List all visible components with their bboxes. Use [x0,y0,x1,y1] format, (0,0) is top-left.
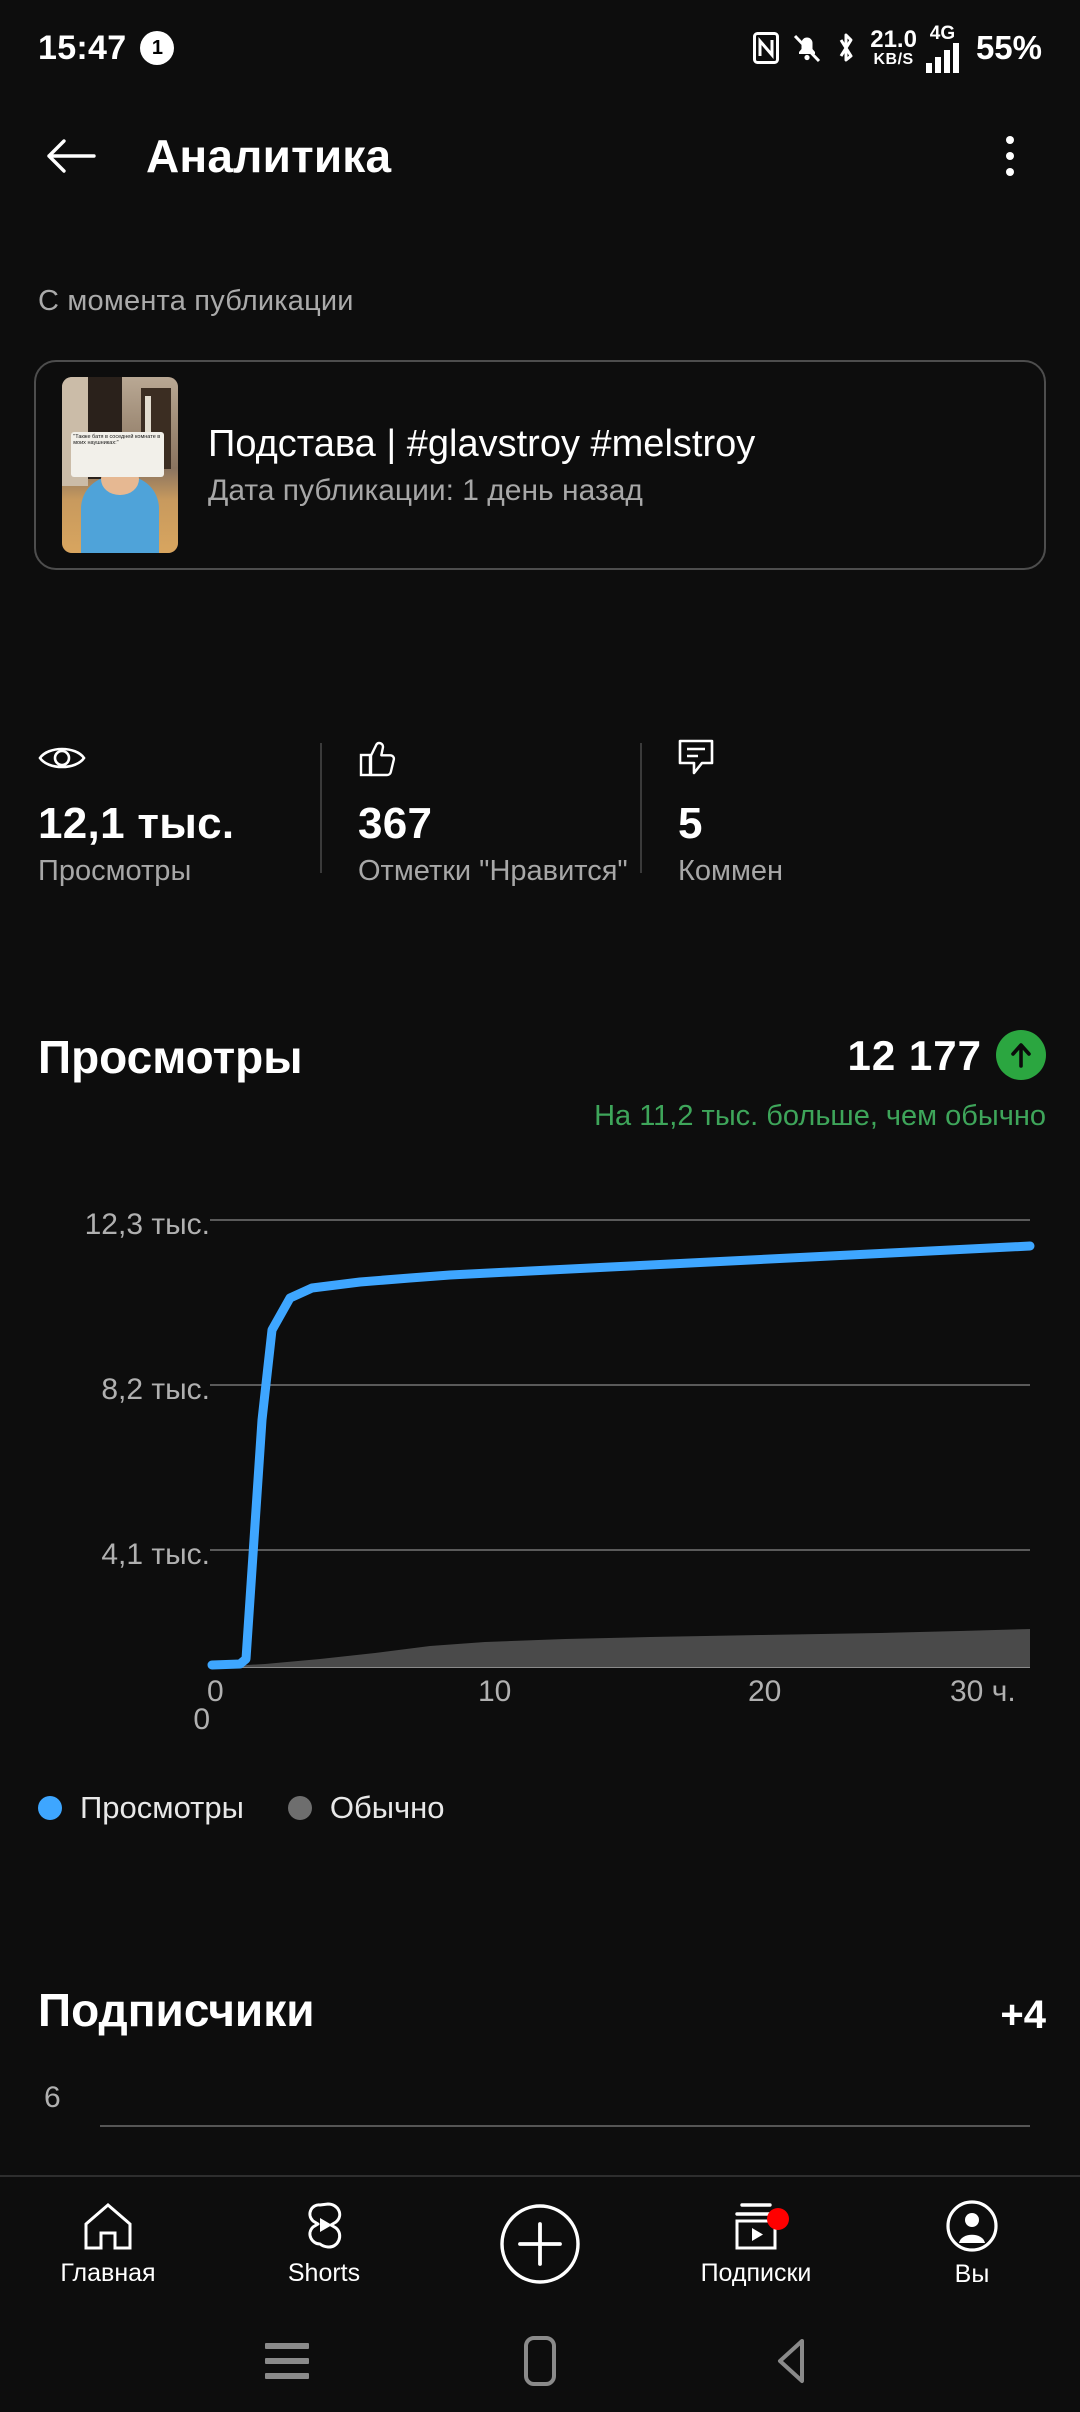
nav-label-shorts: Shorts [287,2258,361,2287]
chart-plot-area [207,1219,1035,1670]
recents-icon [264,2343,309,2379]
network-type-label: 4G [929,22,956,44]
status-bar: 15:47 1 21.0 KB/S 4G 55% [0,0,1080,96]
views-total-value: 12 177 [847,1032,982,1079]
eye-icon [38,735,320,781]
signal-bars-icon [925,42,959,73]
stat-likes[interactable]: 367 Отметки "Нравится" [320,735,640,895]
stat-views[interactable]: 12,1 тыс. Просмотры [0,735,320,895]
nav-item-subscriptions[interactable]: Подписки [648,2200,864,2288]
stat-comments-label: Коммен [678,855,784,887]
home-pill-icon [523,2336,556,2386]
views-chart[interactable]: 12,3 тыс. 8,2 тыс. 4,1 тыс. 0 0 10 20 30… [0,1180,1080,1860]
thumbs-up-icon [358,735,640,781]
network-type-indicator: 4G [925,22,959,73]
chart-series-typical [210,1629,1030,1667]
video-thumbnail: "Также батя в соседней комнате в моих на… [62,377,178,553]
account-avatar-icon [946,2199,998,2252]
video-publish-date: Дата публикации: 1 день назад [208,473,643,507]
comment-icon [678,735,1080,781]
android-navigation-bar [0,2310,1080,2412]
status-bar-right: 21.0 KB/S 4G 55% [753,24,1042,73]
views-trend-badge [996,1030,1046,1080]
subscribers-y-tick: 6 [44,2085,61,2114]
nav-item-shorts[interactable]: Shorts [216,2200,432,2288]
recents-button[interactable] [242,2331,332,2391]
app-screen: 15:47 1 21.0 KB/S 4G 55% Аналитика С мом… [0,0,1080,2412]
nav-item-you[interactable]: Вы [864,2199,1080,2289]
network-speed-value: 21.0 [870,26,917,53]
back-button[interactable] [34,120,106,192]
chart-x-tick-0: 0 [207,1675,224,1708]
nav-label-home: Главная [60,2258,156,2287]
legend-item-views[interactable]: Просмотры [38,1790,244,1826]
chart-x-tick-3: 30 ч. [950,1675,1016,1708]
stat-likes-value: 367 [358,799,433,848]
video-title: Подстава | #glavstroy #melstroy [208,422,756,465]
chart-series-views [207,1241,1035,1670]
overflow-menu-icon [1006,136,1014,144]
nav-item-create[interactable] [432,2202,648,2286]
legend-item-typical[interactable]: Обычно [287,1790,445,1826]
bottom-navigation-bar: Главная Shorts Подписки Вы [0,2175,1080,2310]
home-button[interactable] [495,2331,585,2391]
stat-comments-value: 5 [678,799,703,848]
nav-label-you: Вы [954,2259,990,2288]
subscriptions-notification-badge [767,2207,789,2230]
video-meta: Подстава | #glavstroy #melstroy Дата пуб… [208,423,755,508]
thumbnail-caption: "Также батя в соседней комнате в моих на… [71,431,165,478]
arrow-left-icon [47,139,96,173]
stat-views-value: 12,1 тыс. [38,799,235,848]
home-icon [84,2202,132,2249]
subscribers-chart-clipped: 6 [0,2085,1080,2133]
overflow-menu-button[interactable] [974,120,1046,192]
back-button-system[interactable] [748,2331,838,2391]
overflow-menu-icon [1006,152,1014,160]
notification-count-badge: 1 [140,31,175,65]
stat-comments[interactable]: 5 Коммен [640,735,1080,895]
legend-label-views: Просмотры [80,1790,244,1825]
shorts-icon [308,2202,342,2248]
stat-likes-label: Отметки "Нравится" [358,855,628,887]
arrow-up-icon [1011,1043,1031,1068]
network-speed-indicator: 21.0 KB/S [870,28,917,68]
bluetooth-icon [835,32,857,64]
subscribers-delta-value: +4 [1000,1993,1046,2037]
bell-muted-icon [792,32,822,64]
views-section-header: Просмотры 12 177 На 11,2 тыс. больше, че… [0,1010,1080,1132]
stats-row: 12,1 тыс. Просмотры 367 Отметки "Нравитс… [0,735,1080,895]
legend-dot-typical [287,1796,312,1820]
nav-label-subscriptions: Подписки [700,2258,812,2287]
back-triangle-icon [778,2339,805,2383]
legend-label-typical: Обычно [329,1790,445,1825]
legend-dot-views [38,1796,62,1820]
chart-x-tick-2: 20 [748,1675,782,1708]
nav-item-home[interactable]: Главная [0,2200,216,2288]
create-plus-icon [500,2203,580,2284]
subscribers-section-header: Подписчики +4 [0,1975,1080,2085]
video-card[interactable]: "Также батя в соседней комнате в моих на… [34,360,1046,570]
status-bar-left: 15:47 1 [38,28,175,68]
chart-x-tick-1: 10 [478,1675,512,1708]
battery-percent: 55% [975,29,1042,66]
chart-legend: Просмотры Обычно [38,1790,445,1826]
nfc-icon [753,32,780,64]
stat-views-label: Просмотры [38,855,192,887]
subscribers-gridline [100,2125,1030,2127]
status-bar-clock: 15:47 [38,28,127,67]
app-bar: Аналитика [0,96,1080,216]
subscribers-section-title: Подписчики [38,1984,315,2036]
since-publication-label: С момента публикации [38,285,354,317]
views-comparison-text: На 11,2 тыс. больше, чем обычно [594,1100,1046,1132]
network-speed-unit: KB/S [873,51,914,68]
overflow-menu-icon [1006,168,1014,176]
page-title: Аналитика [146,130,392,182]
views-section-title: Просмотры [38,1031,303,1083]
